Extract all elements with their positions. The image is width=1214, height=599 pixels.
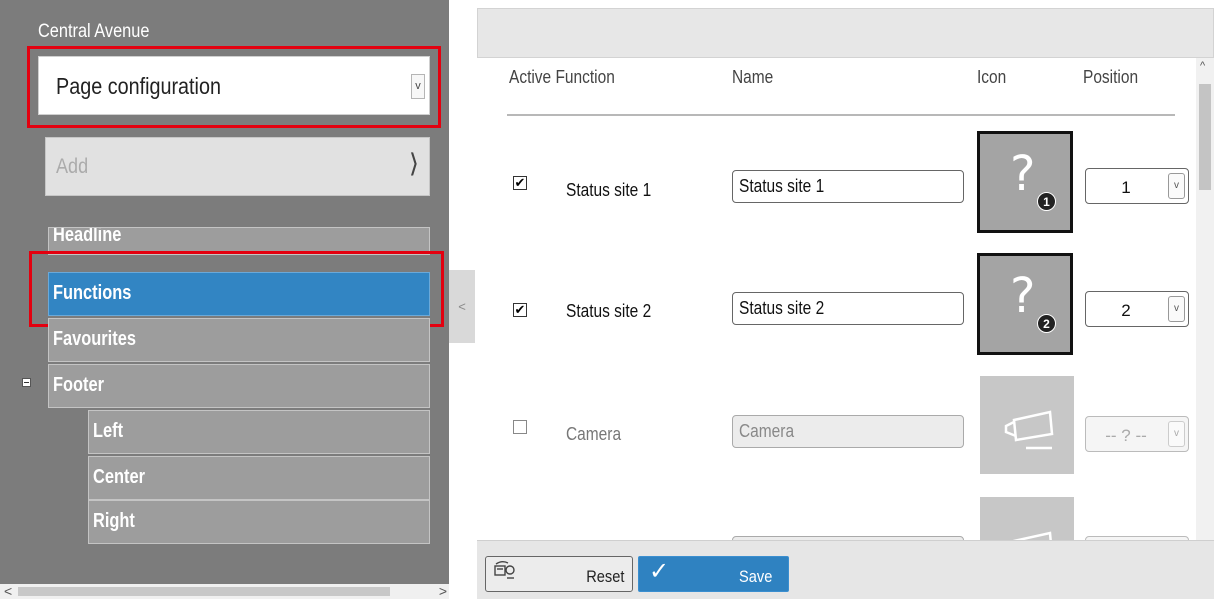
- sidebar-item-center[interactable]: Center: [88, 456, 430, 500]
- sidebar-item-favourites[interactable]: Favourites: [48, 318, 430, 362]
- icon-badge: 2: [1037, 314, 1056, 333]
- sidebar-item-left[interactable]: Left: [88, 410, 430, 454]
- table-row: ✔ Status site 2 Status site 2 ? 2 2 v: [477, 251, 1196, 371]
- function-icon-tile[interactable]: [980, 376, 1074, 474]
- sidebar-item-footer[interactable]: Footer: [48, 364, 430, 408]
- table-vertical-scrollbar[interactable]: ^: [1196, 58, 1214, 540]
- chevron-right-icon: ⟩: [408, 149, 419, 179]
- header-divider: [507, 114, 1175, 116]
- camera-icon: [1012, 531, 1052, 540]
- scroll-left-icon[interactable]: <: [4, 583, 12, 599]
- column-header-active-function: Active Function: [509, 67, 615, 87]
- function-label: Status site 2: [566, 301, 652, 321]
- position-select[interactable]: 2 v: [1085, 291, 1189, 327]
- add-button[interactable]: Add ⟩: [45, 137, 430, 196]
- site-title: Central Avenue: [38, 21, 150, 42]
- sidebar-item-label: Favourites: [53, 328, 136, 350]
- camera-icon: [1004, 410, 1054, 450]
- reset-button[interactable]: Reset: [485, 556, 633, 592]
- scrollbar-thumb[interactable]: [18, 587, 390, 596]
- main-panel: Active Function Name Icon Position ✔ Sta…: [477, 0, 1214, 599]
- function-label: Camera: [566, 424, 622, 444]
- function-name-input[interactable]: Status site 1: [732, 170, 964, 203]
- highlight-box-page-select: [27, 46, 441, 128]
- column-header-icon: Icon: [977, 67, 1007, 87]
- table-row: Camera Camera -- ? -- v: [477, 372, 1196, 492]
- position-value: -- ? --: [1105, 426, 1147, 445]
- active-checkbox[interactable]: ✔: [513, 303, 527, 317]
- scroll-up-icon[interactable]: ^: [1200, 60, 1205, 72]
- function-icon-tile[interactable]: ? 2: [977, 253, 1073, 355]
- column-header-position: Position: [1083, 67, 1139, 87]
- position-select[interactable]: -- ? -- v: [1085, 416, 1189, 452]
- position-value: 1: [1121, 178, 1131, 197]
- function-name-value: Status site 2: [739, 298, 825, 318]
- collapse-sidebar-button[interactable]: <: [449, 270, 475, 343]
- function-name-value: Status site 1: [739, 176, 825, 196]
- icon-badge: 1: [1037, 192, 1056, 211]
- reset-label: Reset: [585, 567, 624, 586]
- question-mark-icon: ?: [1010, 268, 1036, 324]
- function-icon-tile[interactable]: [980, 497, 1074, 540]
- highlight-box-functions: [29, 251, 444, 327]
- function-icon-tile[interactable]: ? 1: [977, 131, 1073, 233]
- chevron-down-icon: v: [1168, 173, 1185, 199]
- save-label: Save: [739, 567, 773, 586]
- reset-icon: [494, 561, 515, 579]
- chevron-down-icon: v: [1168, 296, 1185, 322]
- scroll-right-icon[interactable]: >: [439, 583, 447, 599]
- position-value: 2: [1121, 301, 1131, 320]
- check-icon: ✓: [649, 557, 670, 585]
- sidebar-item-label: Footer: [53, 374, 105, 396]
- sidebar-item-label: Right: [93, 510, 135, 532]
- sidebar-item-label: Headline: [53, 227, 122, 246]
- scrollbar-thumb[interactable]: [1199, 84, 1211, 190]
- sidebar-item-right[interactable]: Right: [88, 500, 430, 544]
- collapse-tree-icon[interactable]: [22, 378, 31, 387]
- function-name-value: Camera: [739, 421, 795, 441]
- chevron-down-icon: v: [1168, 421, 1185, 447]
- top-bar: [477, 8, 1214, 58]
- save-button[interactable]: ✓ Save: [638, 556, 789, 592]
- function-label: Status site 1: [566, 180, 652, 200]
- question-mark-icon: ?: [1010, 146, 1036, 202]
- active-checkbox[interactable]: ✔: [513, 176, 527, 190]
- sidebar-horizontal-scrollbar[interactable]: < >: [0, 583, 449, 599]
- add-label: Add: [56, 155, 89, 178]
- bottom-toolbar: Reset ✓ Save: [477, 540, 1214, 599]
- column-header-name: Name: [732, 67, 774, 87]
- active-checkbox[interactable]: [513, 420, 527, 434]
- position-select[interactable]: 1 v: [1085, 168, 1189, 204]
- sidebar-item-label: Center: [93, 466, 145, 488]
- table-row: ✔ Status site 1 Status site 1 ? 1 1 v: [477, 130, 1196, 250]
- sidebar: Central Avenue Page configuration v Add …: [0, 0, 449, 599]
- sidebar-item-label: Left: [93, 420, 124, 442]
- table-row: [477, 492, 1196, 540]
- function-name-input[interactable]: Status site 2: [732, 292, 964, 325]
- function-name-input[interactable]: Camera: [732, 415, 964, 448]
